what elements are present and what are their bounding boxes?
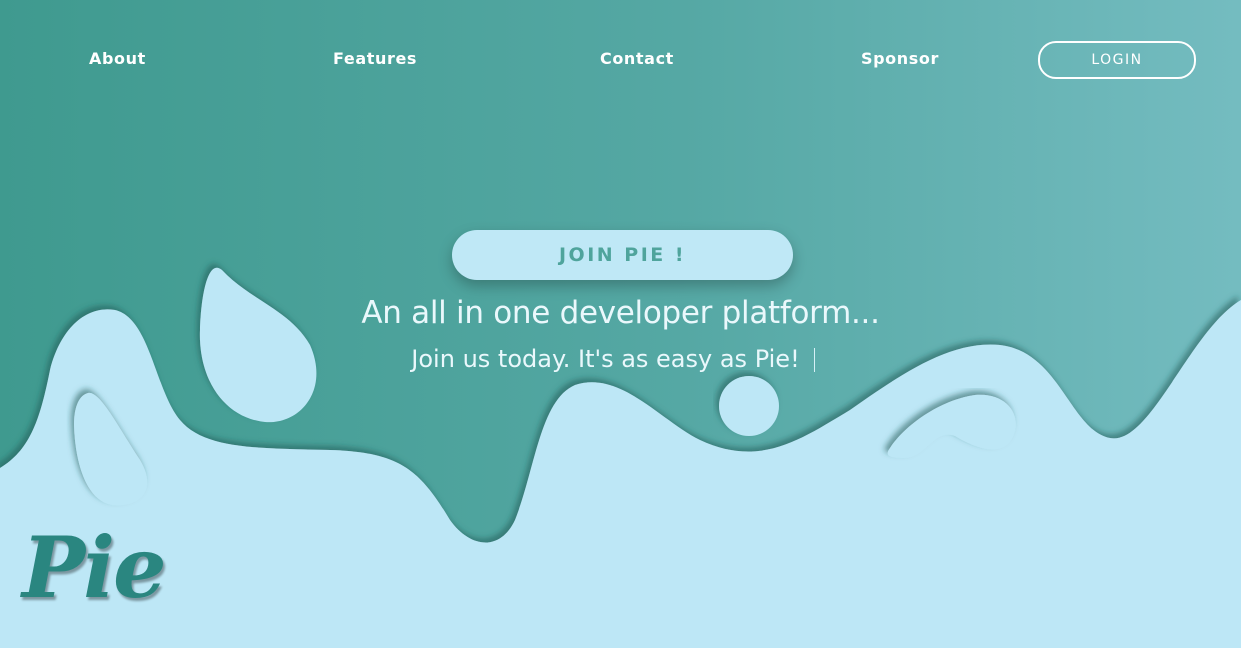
hero-subtitle: Join us today. It's as easy as Pie! xyxy=(0,345,1226,373)
hero-subtitle-text: Join us today. It's as easy as Pie! xyxy=(411,345,800,373)
pie-logo: Pie xyxy=(22,518,167,617)
typing-cursor xyxy=(813,348,815,372)
login-button[interactable]: LOGIN xyxy=(1038,41,1196,79)
nav-link-about[interactable]: About xyxy=(89,49,146,68)
join-pie-button[interactable]: JOIN PIE ! xyxy=(452,230,793,280)
nav-link-sponsor[interactable]: Sponsor xyxy=(861,49,939,68)
top-navigation: About Features Contact Sponsor LOGIN xyxy=(0,0,1241,120)
nav-link-contact[interactable]: Contact xyxy=(600,49,674,68)
hero-title: An all in one developer platform... xyxy=(361,295,880,331)
nav-link-features[interactable]: Features xyxy=(333,49,417,68)
